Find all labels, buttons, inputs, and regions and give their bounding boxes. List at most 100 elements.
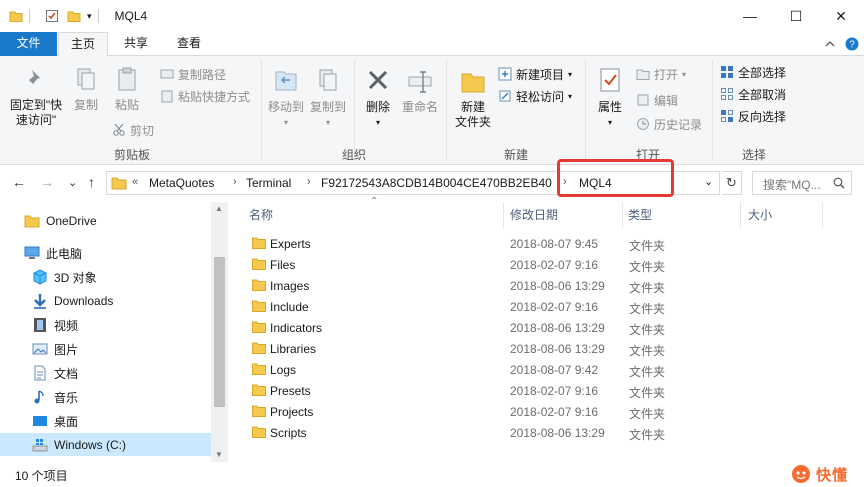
nav-item-label: 图片	[54, 342, 79, 357]
new-folder-icon[interactable]	[67, 9, 81, 23]
properties-button[interactable]: 属性 ▾	[592, 66, 628, 130]
pin-label-line1: 固定到"快	[9, 98, 63, 112]
column-separator[interactable]	[740, 202, 741, 228]
sort-ascending-icon: ⌃	[370, 196, 379, 207]
table-row[interactable]: Libraries 2018-08-06 13:29 文件夹	[248, 339, 678, 360]
quick-access-dropdown-icon[interactable]: ▾	[87, 11, 92, 22]
column-separator[interactable]	[622, 202, 623, 228]
nav-item-label: 视频	[54, 318, 79, 333]
history-icon	[637, 118, 649, 130]
table-row[interactable]: Logs 2018-08-07 9:42 文件夹	[248, 360, 678, 381]
breadcrumb-separator: ›	[233, 176, 237, 188]
new-item-button[interactable]: 新建项目 ▾	[498, 64, 572, 84]
file-date: 2018-02-07 9:16	[510, 384, 599, 398]
paste-shortcut-button[interactable]: 粘贴快捷方式	[160, 86, 250, 106]
delete-dropdown-icon: ▾	[375, 118, 380, 127]
nav-item-downloads[interactable]: Downloads	[32, 290, 210, 312]
tab-file[interactable]: 文件	[0, 32, 57, 56]
column-header-size[interactable]: 大小	[748, 206, 772, 223]
recent-locations-button[interactable]: ⌄	[68, 176, 77, 189]
pin-to-quick-access-button[interactable]: 固定到"快 速访问"	[6, 66, 66, 128]
nav-item-pictures[interactable]: 图片	[32, 338, 210, 360]
folder-icon	[111, 177, 127, 190]
new-item-label: 新建项目	[516, 67, 565, 82]
select-all-button[interactable]: 全部选择	[720, 62, 786, 82]
group-separator	[354, 60, 355, 160]
help-icon[interactable]: ?	[845, 37, 859, 51]
invert-selection-button[interactable]: 反向选择	[720, 106, 786, 126]
rename-button[interactable]: 重命名	[400, 66, 440, 115]
minimize-button[interactable]: —	[727, 0, 773, 32]
folder-icon	[24, 215, 40, 228]
tab-share[interactable]: 共享	[112, 32, 160, 56]
invert-selection-icon	[721, 110, 733, 122]
table-row[interactable]: Indicators 2018-08-06 13:29 文件夹	[248, 318, 678, 339]
close-button[interactable]: ✕	[818, 0, 864, 32]
back-button[interactable]: ←	[12, 174, 26, 190]
copy-path-button[interactable]: 复制路径	[160, 64, 226, 84]
history-button[interactable]: 历史记录	[636, 114, 702, 134]
column-header-date[interactable]: 修改日期	[510, 206, 558, 223]
breadcrumb-terminal[interactable]: Terminal	[246, 176, 291, 190]
nav-item-label: 桌面	[54, 414, 79, 429]
column-separator[interactable]	[503, 202, 504, 228]
scrollbar-thumb[interactable]	[214, 257, 225, 407]
column-separator[interactable]	[822, 202, 823, 228]
scroll-down-icon[interactable]: ▼	[215, 450, 223, 459]
breadcrumb-terminal-id[interactable]: F92172543A8CDB14B004CE470BB2EB40	[321, 176, 552, 190]
collapse-ribbon-icon[interactable]	[824, 38, 836, 50]
copy-label: 复制	[73, 98, 98, 112]
navigation-pane: OneDrive 此电脑 3D 对象 Downloads 视频 图片 文档 音乐…	[0, 202, 228, 462]
forward-button[interactable]: →	[40, 174, 54, 190]
new-folder-button[interactable]: 新建 文件夹	[452, 66, 494, 130]
nav-item-this-pc[interactable]: 此电脑	[24, 242, 210, 264]
column-header-name[interactable]: 名称	[249, 206, 273, 223]
folder-icon	[252, 384, 266, 396]
table-row[interactable]: Projects 2018-02-07 9:16 文件夹	[248, 402, 678, 423]
table-row[interactable]: Experts 2018-08-07 9:45 文件夹	[248, 234, 678, 255]
breadcrumb-metaquotes[interactable]: MetaQuotes	[149, 176, 214, 190]
maximize-button[interactable]: ☐	[773, 0, 819, 32]
nav-item-label: OneDrive	[46, 214, 97, 228]
overflow-chevron[interactable]: «	[132, 176, 138, 188]
table-row[interactable]: Presets 2018-02-07 9:16 文件夹	[248, 381, 678, 402]
navpane-scrollbar[interactable]: ▲ ▼	[211, 202, 228, 462]
scroll-up-icon[interactable]: ▲	[215, 204, 223, 213]
address-dropdown-button[interactable]: ⌄	[704, 175, 713, 188]
copy-to-button[interactable]: 复制到 ▾	[308, 66, 348, 130]
nav-item-onedrive[interactable]: OneDrive	[24, 210, 210, 232]
copy-button[interactable]: 复制	[70, 66, 102, 113]
file-date: 2018-08-07 9:42	[510, 363, 599, 377]
nav-item-music[interactable]: 音乐	[32, 386, 210, 408]
easy-access-button[interactable]: 轻松访问 ▾	[498, 86, 572, 106]
tab-home[interactable]: 主页	[58, 32, 108, 57]
folder-icon	[252, 300, 266, 312]
edit-button[interactable]: 编辑	[636, 90, 678, 110]
nav-item-desktop[interactable]: 桌面	[32, 410, 210, 432]
table-row[interactable]: Include 2018-02-07 9:16 文件夹	[248, 297, 678, 318]
nav-item-label: 文档	[54, 366, 79, 381]
delete-button[interactable]: 删除 ▾	[360, 66, 396, 130]
file-date: 2018-08-06 13:29	[510, 342, 605, 356]
cut-button[interactable]: 剪切	[112, 120, 154, 140]
refresh-button[interactable]: ↻	[722, 171, 742, 195]
table-row[interactable]: Scripts 2018-08-06 13:29 文件夹	[248, 423, 678, 444]
move-to-button[interactable]: 移动到 ▾	[266, 66, 306, 130]
properties-checkmark-icon[interactable]	[45, 9, 59, 23]
table-row[interactable]: Images 2018-08-06 13:29 文件夹	[248, 276, 678, 297]
nav-item-documents[interactable]: 文档	[32, 362, 210, 384]
table-row[interactable]: Files 2018-02-07 9:16 文件夹	[248, 255, 678, 276]
nav-item-3d-objects[interactable]: 3D 对象	[32, 266, 210, 288]
separator	[29, 9, 30, 23]
open-button[interactable]: 打开 ▾	[636, 64, 686, 84]
select-none-button[interactable]: 全部取消	[720, 84, 786, 104]
paste-button[interactable]: 粘贴	[110, 66, 144, 113]
copy-to-icon	[319, 69, 337, 91]
up-button[interactable]: ↑	[88, 174, 95, 190]
column-header-type[interactable]: 类型	[628, 206, 652, 223]
search-input[interactable]: 搜索"MQ...	[752, 171, 852, 195]
tab-view[interactable]: 查看	[165, 32, 213, 56]
folder-icon	[9, 11, 23, 22]
nav-item-windows-c[interactable]: Windows (C:)	[0, 433, 211, 456]
nav-item-videos[interactable]: 视频	[32, 314, 210, 336]
